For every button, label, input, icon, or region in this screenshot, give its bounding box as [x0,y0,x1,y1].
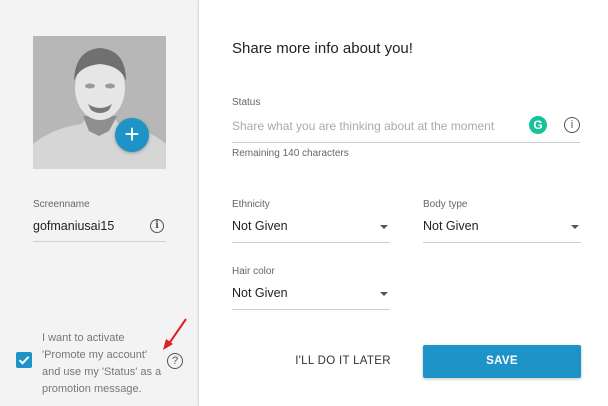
body-type-label: Body type [423,199,468,210]
hair-color-value: Not Given [232,286,288,300]
left-panel: + Screenname gofmaniusai15 i I want to a… [0,0,199,406]
screenname-label: Screenname [33,199,90,210]
ethnicity-select[interactable]: Not Given [232,213,390,243]
save-button[interactable]: SAVE [423,345,581,378]
grammarly-icon[interactable]: G [529,116,547,134]
status-underline [232,142,580,143]
help-icon[interactable]: ? [167,353,183,369]
hair-color-label: Hair color [232,266,275,277]
profile-avatar[interactable] [33,36,166,169]
caret-down-icon [380,225,388,229]
profile-info-panel: Share more info about you! Status G i Re… [199,0,608,406]
info-icon[interactable]: i [150,219,164,233]
body-type-value: Not Given [423,219,479,233]
promote-account-checkbox[interactable] [16,352,32,368]
promote-account-text: I want to activate 'Promote my account' … [42,332,162,395]
screenname-underline [33,241,166,242]
caret-down-icon [571,225,579,229]
add-photo-icon[interactable]: + [115,118,149,152]
status-input[interactable] [232,116,522,136]
hair-color-select[interactable]: Not Given [232,280,390,310]
caret-down-icon [380,292,388,296]
ethnicity-label: Ethnicity [232,199,270,210]
status-label: Status [232,97,261,108]
remaining-characters: Remaining 140 characters [232,148,349,159]
checkmark-icon [18,356,30,365]
page-title: Share more info about you! [232,40,413,57]
screenname-value[interactable]: gofmaniusai15 [33,219,114,233]
status-info-icon[interactable]: i [564,117,580,133]
ethnicity-value: Not Given [232,219,288,233]
annotation-arrow-icon [163,318,187,350]
body-type-select[interactable]: Not Given [423,213,581,243]
default-avatar-silhouette-icon [33,36,166,169]
do-it-later-button[interactable]: I'LL DO IT LATER [288,345,398,377]
